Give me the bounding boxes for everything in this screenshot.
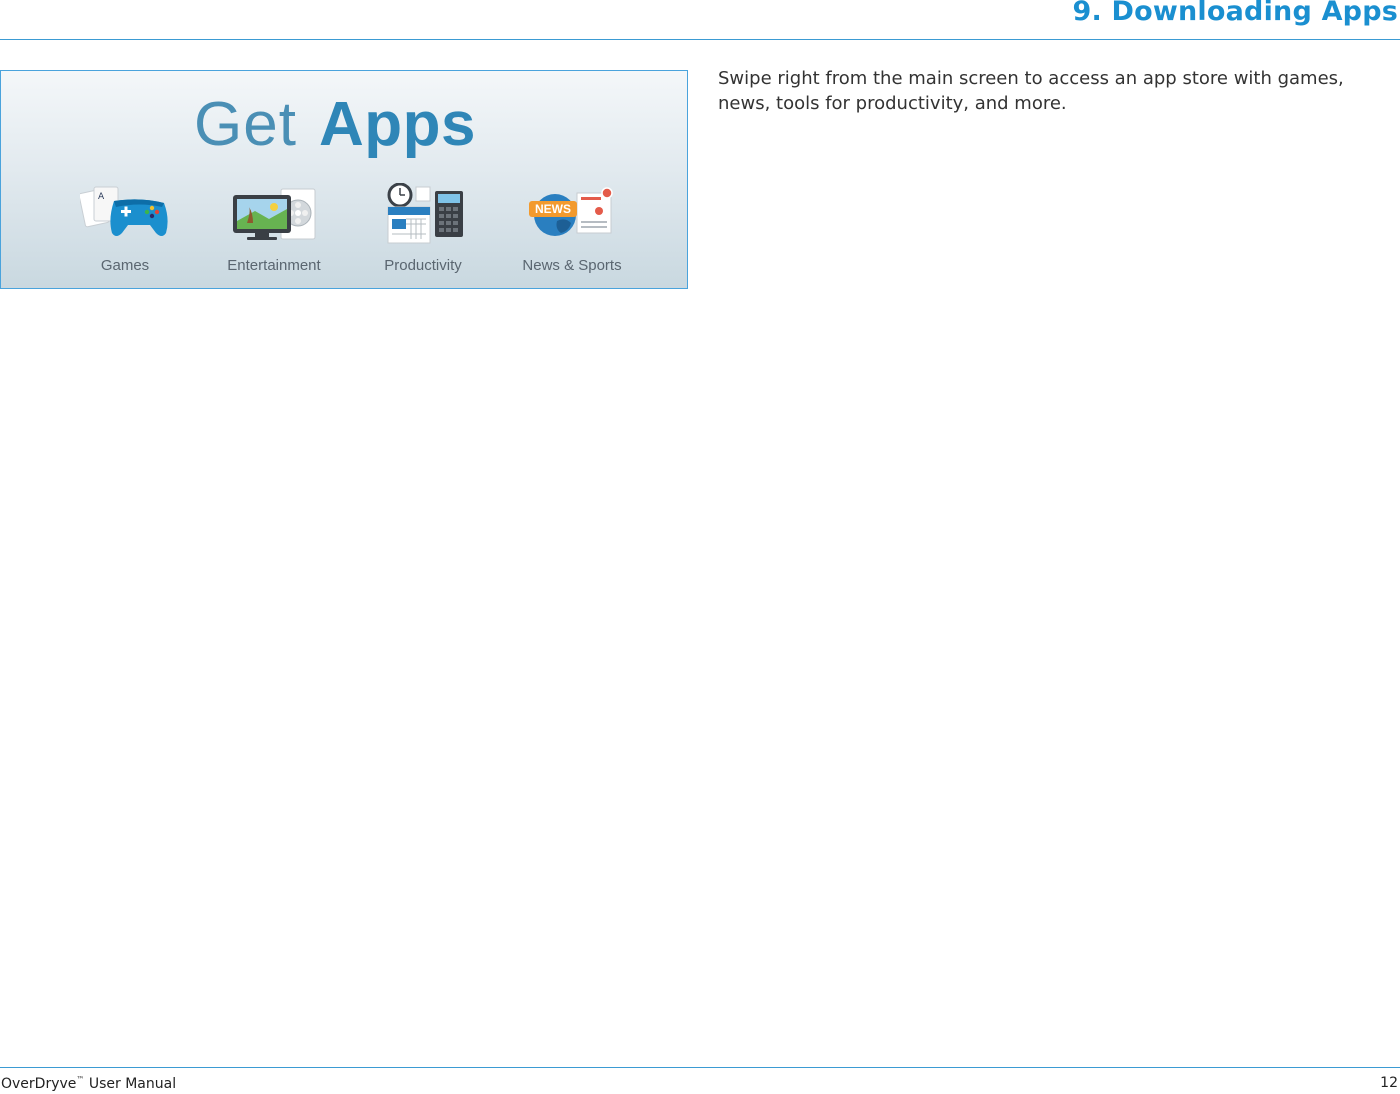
category-label: Games bbox=[100, 257, 150, 274]
category-productivity[interactable]: Productivity bbox=[348, 183, 498, 283]
category-entertainment[interactable]: Entertainment bbox=[199, 183, 349, 283]
gamepad-icon: A bbox=[80, 186, 168, 236]
get-apps-screenshot: Get Apps A Games Entertainment Productiv… bbox=[0, 70, 688, 289]
get-apps-heading-bold: Apps bbox=[318, 90, 476, 159]
category-news-sports[interactable]: NEWS News & Sports bbox=[497, 183, 647, 283]
instruction-text: Swipe right from the main screen to acce… bbox=[718, 68, 1344, 114]
clock-calendar-calculator-icon bbox=[387, 183, 463, 244]
news-globe-icon: NEWS bbox=[529, 187, 613, 236]
footer-manual-title: OverDryve™ User Manual bbox=[1, 1075, 176, 1092]
tv-film-icon bbox=[233, 188, 316, 240]
news-badge: NEWS bbox=[535, 202, 571, 216]
header-divider bbox=[0, 39, 1400, 40]
category-label: Entertainment bbox=[227, 257, 321, 274]
footer-manual-label: User Manual bbox=[84, 1076, 177, 1092]
svg-text:A: A bbox=[98, 192, 105, 202]
footer-brand: OverDryve bbox=[1, 1076, 77, 1092]
get-apps-heading: Get Apps bbox=[1, 87, 687, 163]
section-title: 9. Downloading Apps bbox=[1072, 0, 1398, 27]
page-number: 12 bbox=[1380, 1075, 1398, 1091]
category-label: News & Sports bbox=[522, 257, 622, 274]
category-label: Productivity bbox=[384, 257, 462, 274]
get-apps-heading-light: Get bbox=[194, 90, 297, 159]
footer-divider bbox=[0, 1067, 1400, 1068]
category-games[interactable]: A Games bbox=[50, 183, 200, 283]
